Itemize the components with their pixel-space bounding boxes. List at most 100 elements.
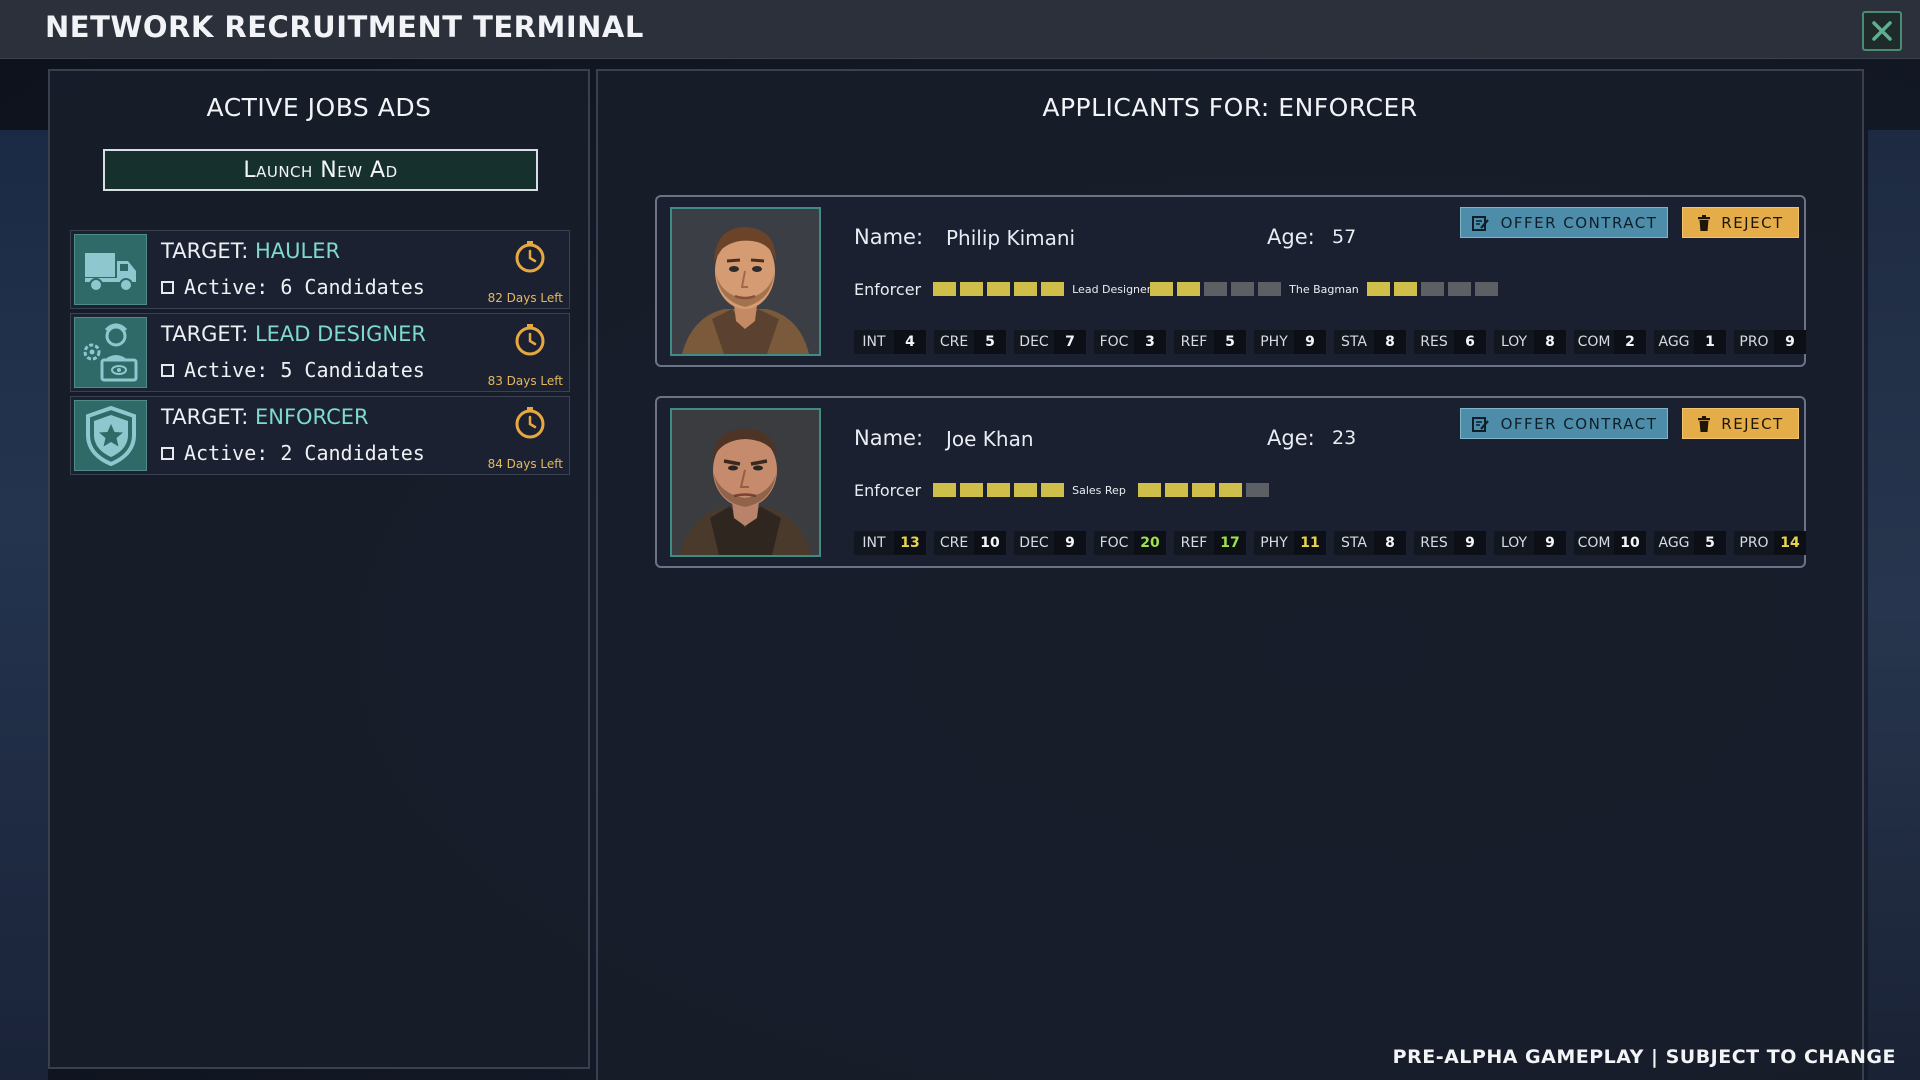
portrait-image [672,209,819,354]
stat-value: 2 [1614,330,1646,354]
stat-label: LOY [1494,531,1534,555]
skills-row: Enforcer Lead Designer The Bagman [854,279,1506,299]
stat-res: RES 9 [1414,531,1486,555]
stat-label: FOC [1094,531,1134,555]
checkbox-icon[interactable] [161,363,174,377]
job-active: Active: 5 Candidates [161,358,425,382]
stats-row: INT 4 CRE 5 DEC 7 FOC 3 REF 5 PHY 9 STA 8 RES 6 LOY 8 COM 2… [854,330,1806,354]
stat-value: 11 [1294,531,1326,555]
stat-res: RES 6 [1414,330,1486,354]
window-title: NETWORK RECRUITMENT TERMINAL [45,10,644,44]
stat-label: CRE [934,330,974,354]
applicant-portrait [670,408,821,557]
trash-icon [1698,214,1711,231]
applicant-name: Philip Kimani [946,226,1076,250]
timer-icon [515,407,545,439]
skill-bar-segment [1474,282,1498,296]
truck-icon [84,252,136,292]
stat-agg: AGG 1 [1654,330,1726,354]
job-card-enforcer[interactable]: TARGET: ENFORCER Active: 2 Candidates 84… [70,396,570,475]
stat-value: 1 [1694,330,1726,354]
stat-pro: PRO 14 [1734,531,1806,555]
offer-contract-label: OFFER CONTRACT [1500,213,1658,232]
reject-button[interactable]: REJECT [1682,207,1799,238]
stat-cre: CRE 10 [934,531,1006,555]
skill-level-bars [1150,282,1282,296]
stat-label: INT [854,531,894,555]
job-target: TARGET: HAULER [161,239,340,263]
job-active-count: Active: 2 Candidates [184,441,425,465]
stat-value: 7 [1054,330,1086,354]
stat-value: 10 [1614,531,1646,555]
name-label: Name: [854,225,924,249]
skill-bar-segment [1420,282,1444,296]
name-label: Name: [854,426,924,450]
stat-value: 9 [1294,330,1326,354]
skills-row: Enforcer Sales Rep [854,480,1277,500]
skill-name: The Bagman [1289,282,1359,296]
stat-label: COM [1574,531,1614,555]
stat-ref: REF 5 [1174,330,1246,354]
stat-int: INT 4 [854,330,926,354]
stat-int: INT 13 [854,531,926,555]
reject-button[interactable]: REJECT [1682,408,1799,439]
job-icon-box [74,400,147,471]
job-target-prefix: TARGET: [161,239,255,263]
stat-label: LOY [1494,330,1534,354]
pre-alpha-notice: PRE-ALPHA GAMEPLAY | SUBJECT TO CHANGE [1392,1046,1896,1068]
stat-dec: DEC 9 [1014,531,1086,555]
job-card-hauler[interactable]: TARGET: HAULER Active: 6 Candidates 82 D… [70,230,570,309]
close-icon [1872,21,1892,41]
checkbox-icon[interactable] [161,280,174,294]
skill-bar-segment [1218,483,1242,497]
skill-bar-segment [987,282,1011,296]
active-jobs-heading: ACTIVE JOBS ADS [206,93,432,122]
skill-level-bars [933,282,1065,296]
job-target: TARGET: ENFORCER [161,405,369,429]
offer-contract-button[interactable]: OFFER CONTRACT [1460,408,1668,439]
job-target-prefix: TARGET: [161,405,255,429]
stat-value: 9 [1454,531,1486,555]
age-label: Age: [1267,225,1315,249]
offer-contract-button[interactable]: OFFER CONTRACT [1460,207,1668,238]
stat-label: CRE [934,531,974,555]
skill-bar-segment [933,282,957,296]
stat-label: DEC [1014,531,1054,555]
close-button[interactable] [1862,11,1902,51]
skill-bar-segment [1150,282,1174,296]
job-card-lead-designer[interactable]: TARGET: LEAD DESIGNER Active: 5 Candidat… [70,313,570,392]
job-icon-box [74,317,147,388]
skill-bar-segment [1191,483,1215,497]
days-left: 83 Days Left [487,374,563,388]
stat-dec: DEC 7 [1014,330,1086,354]
launch-new-ad-button[interactable]: Launch New Ad [103,149,538,191]
job-active-count: Active: 6 Candidates [184,275,425,299]
stat-value: 13 [894,531,926,555]
stat-label: PRO [1734,330,1774,354]
stat-label: PRO [1734,531,1774,555]
skill-bar-segment [1137,483,1161,497]
checkbox-icon[interactable] [161,446,174,460]
contract-icon [1471,215,1489,231]
skill-bar-segment [1177,282,1201,296]
applicant-name: Joe Khan [946,427,1034,451]
stat-phy: PHY 11 [1254,531,1326,555]
applicants-panel: APPLICANTS FOR: ENFORCER Name: Philip Ki… [596,69,1864,1080]
job-target: TARGET: LEAD DESIGNER [161,322,426,346]
background-rain-left [0,130,48,1080]
stat-value: 5 [1694,531,1726,555]
stat-sta: STA 8 [1334,330,1406,354]
skill-bar-segment [1014,483,1038,497]
stat-label: STA [1334,531,1374,555]
stat-label: STA [1334,330,1374,354]
stat-foc: FOC 3 [1094,330,1166,354]
skill-bar-segment [933,483,957,497]
skill-name: Enforcer [854,480,922,500]
days-left: 82 Days Left [487,291,563,305]
background-rain-right [1868,130,1920,1080]
stat-value: 8 [1534,330,1566,354]
stat-value: 9 [1534,531,1566,555]
skill-bar-segment [1164,483,1188,497]
stat-cre: CRE 5 [934,330,1006,354]
skill-bar-segment [1041,282,1065,296]
